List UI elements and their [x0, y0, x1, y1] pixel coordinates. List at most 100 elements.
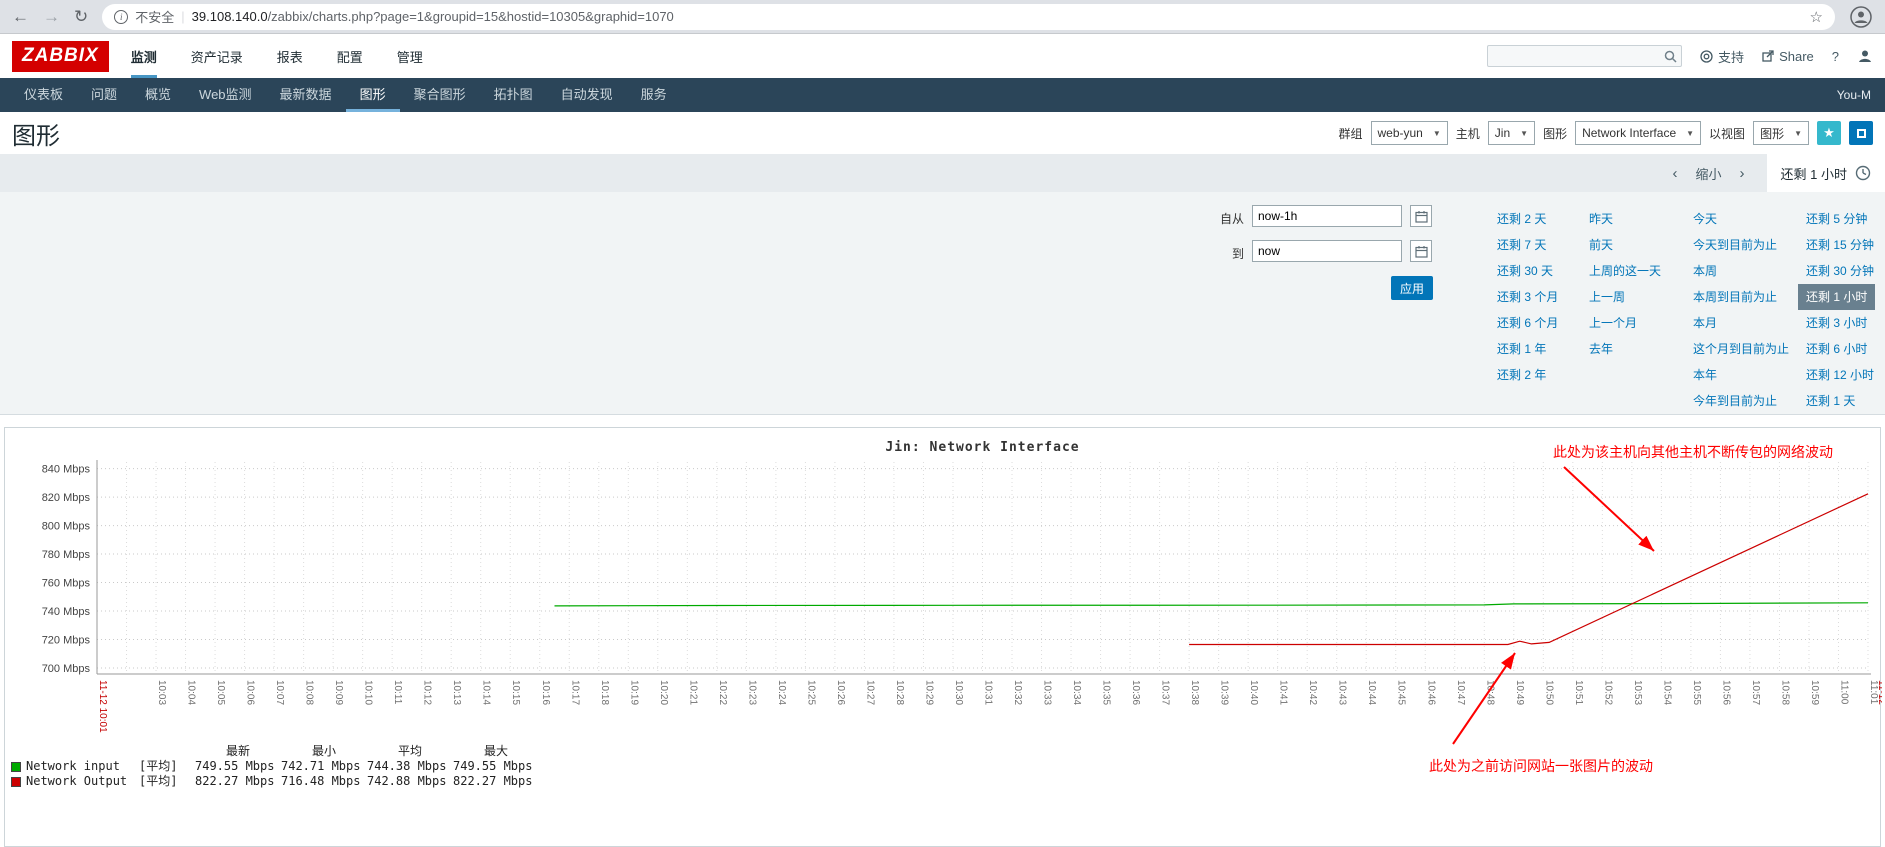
quick-range-last-6m[interactable]: 还剩 6 个月 — [1497, 310, 1558, 336]
quick-range-last-5min[interactable]: 还剩 5 分钟 — [1806, 206, 1875, 232]
quick-range-last-1h[interactable]: 还剩 1 小时 — [1798, 284, 1875, 310]
graph-select[interactable]: Network Interface ▼ — [1575, 121, 1701, 145]
quick-range-last-7d[interactable]: 还剩 7 天 — [1497, 232, 1558, 258]
time-shift-forward-button[interactable]: › — [1730, 165, 1755, 182]
view-as-select[interactable]: 图形 ▼ — [1753, 121, 1809, 145]
search-input[interactable] — [1492, 49, 1664, 63]
time-range-tab[interactable]: 还剩 1 小时 — [1767, 154, 1885, 192]
quick-range-this-week-so-far[interactable]: 本周到目前为止 — [1693, 284, 1789, 310]
quick-range-last-3m[interactable]: 还剩 3 个月 — [1497, 284, 1558, 310]
refresh-icon[interactable]: ↻ — [74, 8, 88, 25]
favorites-button[interactable]: ★ — [1817, 121, 1841, 145]
group-select[interactable]: web-yun ▼ — [1371, 121, 1448, 145]
bookmark-star-icon[interactable]: ☆ — [1810, 8, 1823, 26]
quick-range-last-12h[interactable]: 还剩 12 小时 — [1806, 362, 1875, 388]
network-interface-graph[interactable]: 700 Mbps720 Mbps740 Mbps760 Mbps780 Mbps… — [5, 458, 1882, 752]
apply-button[interactable]: 应用 — [1391, 276, 1433, 300]
person-icon — [1850, 6, 1872, 28]
series-swatch-green — [11, 762, 21, 772]
quick-range-this-year[interactable]: 本年 — [1693, 362, 1789, 388]
svg-text:10:35: 10:35 — [1101, 680, 1112, 705]
svg-text:10:52: 10:52 — [1602, 680, 1613, 705]
legend-header-latest: 最新 — [195, 744, 281, 759]
time-nav-bar: ‹ 缩小 › 还剩 1 小时 — [0, 154, 1885, 192]
browser-profile-icon[interactable] — [1849, 5, 1873, 29]
svg-text:10:15: 10:15 — [510, 680, 521, 705]
quick-range-last-3h[interactable]: 还剩 3 小时 — [1806, 310, 1875, 336]
subnav-problems[interactable]: 问题 — [77, 78, 131, 112]
subnav-discovery[interactable]: 自动发现 — [547, 78, 627, 112]
quick-range-last-30min[interactable]: 还剩 30 分钟 — [1806, 258, 1875, 284]
quick-range-last-15min[interactable]: 还剩 15 分钟 — [1806, 232, 1875, 258]
zoom-out-button[interactable]: 缩小 — [1688, 164, 1730, 183]
quick-range-this-week[interactable]: 本周 — [1693, 258, 1789, 284]
monitoring-subnav: 仪表板 问题 概览 Web监测 最新数据 图形 聚合图形 拓扑图 自动发现 服务… — [0, 78, 1885, 112]
support-link[interactable]: 支持 — [1700, 47, 1744, 66]
info-icon[interactable]: i — [114, 10, 128, 24]
user-profile-link[interactable] — [1857, 48, 1873, 64]
quick-range-this-day-last-week[interactable]: 上周的这一天 — [1589, 258, 1661, 284]
subnav-screens[interactable]: 聚合图形 — [400, 78, 480, 112]
graph-value: Network Interface — [1582, 126, 1676, 140]
svg-text:10:16: 10:16 — [540, 680, 551, 705]
nav-administration[interactable]: 管理 — [397, 34, 423, 78]
subnav-graphs[interactable]: 图形 — [346, 78, 400, 112]
quick-range-last-2y[interactable]: 还剩 2 年 — [1497, 362, 1558, 388]
quick-range-this-year-so-far[interactable]: 今年到目前为止 — [1693, 388, 1789, 414]
header-search[interactable] — [1487, 45, 1682, 67]
nav-inventory[interactable]: 资产记录 — [191, 34, 243, 78]
back-icon[interactable]: ← — [12, 8, 29, 25]
from-calendar-button[interactable] — [1410, 205, 1432, 227]
quick-range-last-30d[interactable]: 还剩 30 天 — [1497, 258, 1558, 284]
kiosk-mode-button[interactable] — [1849, 121, 1873, 145]
subnav-dashboard[interactable]: 仪表板 — [10, 78, 77, 112]
nav-reports[interactable]: 报表 — [277, 34, 303, 78]
quick-range-last-2d[interactable]: 还剩 2 天 — [1497, 206, 1558, 232]
fullscreen-icon — [1857, 129, 1866, 138]
quick-range-today-so-far[interactable]: 今天到目前为止 — [1693, 232, 1789, 258]
svg-text:10:42: 10:42 — [1307, 680, 1318, 705]
quick-range-day-before-yesterday[interactable]: 前天 — [1589, 232, 1661, 258]
series-max: 749.55 Mbps — [453, 759, 539, 774]
address-bar[interactable]: i 不安全 | 39.108.140.0/zabbix/charts.php?p… — [102, 4, 1835, 30]
quick-range-this-month-so-far[interactable]: 这个月到目前为止 — [1693, 336, 1789, 362]
to-calendar-button[interactable] — [1410, 240, 1432, 262]
subnav-overview[interactable]: 概览 — [131, 78, 185, 112]
share-icon — [1762, 50, 1774, 62]
quick-range-today[interactable]: 今天 — [1693, 206, 1789, 232]
svg-text:10:22: 10:22 — [717, 680, 728, 705]
subnav-maps[interactable]: 拓扑图 — [480, 78, 547, 112]
series-min: 716.48 Mbps — [281, 774, 367, 789]
from-input[interactable] — [1252, 205, 1402, 227]
quick-range-previous-month[interactable]: 上一个月 — [1589, 310, 1661, 336]
quick-range-last-1y[interactable]: 还剩 1 年 — [1497, 336, 1558, 362]
quick-range-previous-week[interactable]: 上一周 — [1589, 284, 1661, 310]
chevron-down-icon: ▼ — [1794, 129, 1802, 138]
nav-configuration[interactable]: 配置 — [337, 34, 363, 78]
quick-range-last-1d[interactable]: 还剩 1 天 — [1806, 388, 1875, 414]
quick-range-last-6h[interactable]: 还剩 6 小时 — [1806, 336, 1875, 362]
quick-range-this-month[interactable]: 本月 — [1693, 310, 1789, 336]
help-link[interactable]: ? — [1832, 49, 1839, 64]
host-select[interactable]: Jin ▼ — [1488, 121, 1535, 145]
svg-text:10:39: 10:39 — [1219, 680, 1230, 705]
svg-text:10:55: 10:55 — [1691, 680, 1702, 705]
zabbix-logo[interactable]: ZABBIX — [12, 41, 109, 72]
svg-text:10:34: 10:34 — [1071, 680, 1082, 705]
subnav-web[interactable]: Web监测 — [185, 78, 266, 112]
svg-text:10:20: 10:20 — [658, 680, 669, 705]
quick-range-yesterday[interactable]: 昨天 — [1589, 206, 1661, 232]
subnav-latest-data[interactable]: 最新数据 — [266, 78, 346, 112]
subnav-services[interactable]: 服务 — [627, 78, 681, 112]
nav-monitoring[interactable]: 监测 — [131, 34, 157, 78]
share-link[interactable]: Share — [1762, 49, 1814, 64]
svg-text:10:13: 10:13 — [451, 680, 462, 705]
time-shift-back-button[interactable]: ‹ — [1663, 165, 1688, 182]
svg-text:10:53: 10:53 — [1632, 680, 1643, 705]
svg-text:700 Mbps: 700 Mbps — [42, 663, 91, 675]
forward-icon[interactable]: → — [43, 8, 60, 25]
svg-text:780 Mbps: 780 Mbps — [42, 549, 91, 561]
quick-range-previous-year[interactable]: 去年 — [1589, 336, 1661, 362]
to-input[interactable] — [1252, 240, 1402, 262]
svg-text:11:00: 11:00 — [1838, 680, 1849, 705]
